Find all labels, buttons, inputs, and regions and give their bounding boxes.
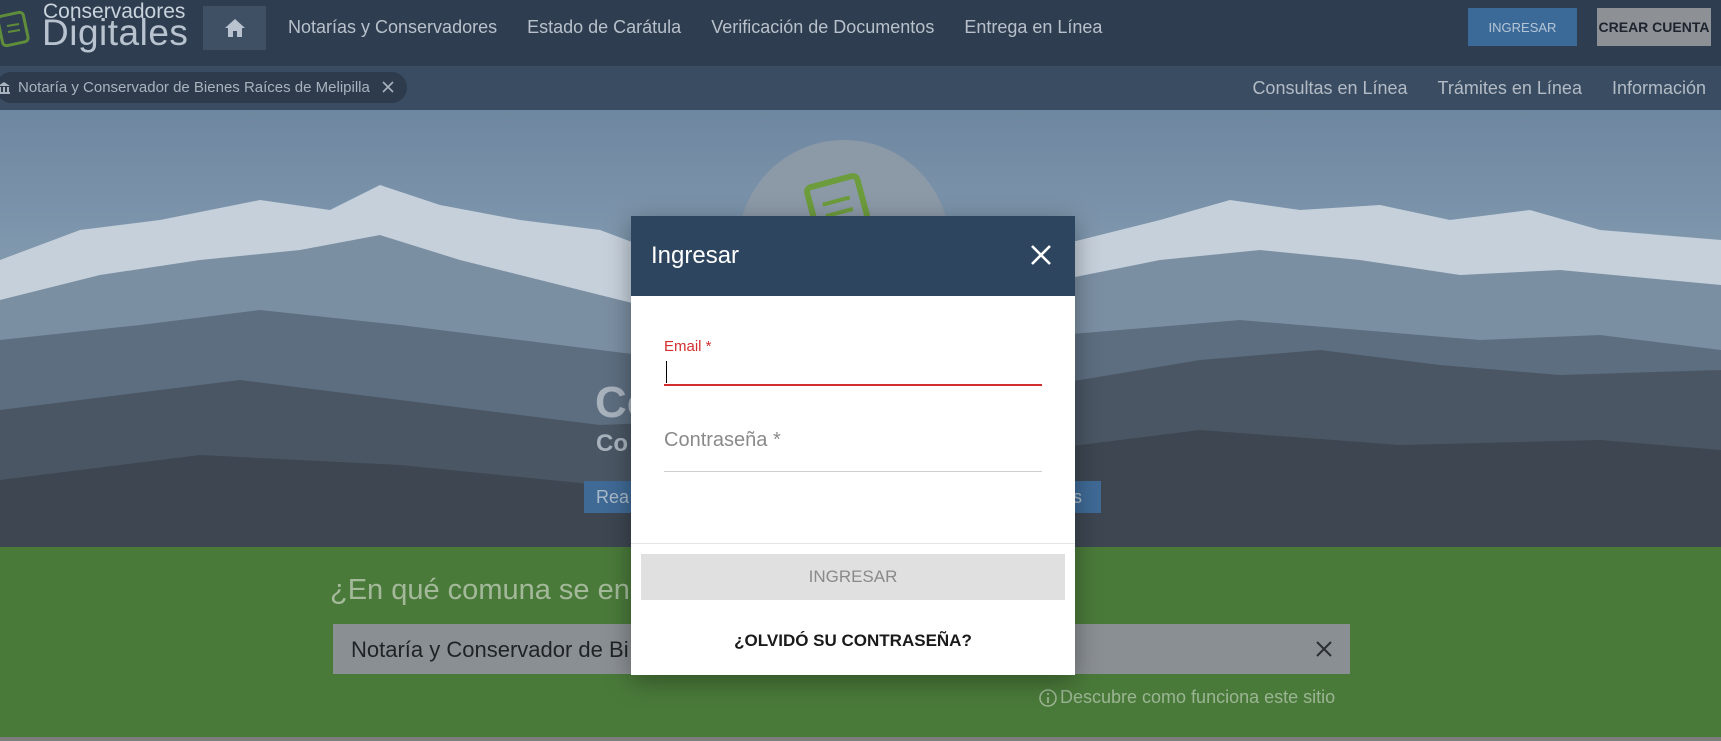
- submit-login-button[interactable]: INGRESAR: [641, 554, 1065, 600]
- clear-search-icon[interactable]: [1312, 637, 1336, 661]
- login-modal: Ingresar Email * Contraseña * INGRESAR ¿…: [631, 216, 1075, 675]
- nav-link-entrega[interactable]: Entrega en Línea: [964, 17, 1102, 38]
- home-icon: [224, 19, 245, 37]
- chip-label: Notaría y Conservador de Bienes Raíces d…: [18, 79, 370, 96]
- nav-link-notarias[interactable]: Notarías y Conservadores: [288, 17, 497, 38]
- modal-divider: [631, 543, 1075, 544]
- text-caret: [666, 361, 667, 383]
- info-icon: [1039, 688, 1057, 707]
- building-icon: [0, 81, 10, 94]
- subnav-link-tramites[interactable]: Trámites en Línea: [1438, 78, 1582, 99]
- nav-link-estado-caratula[interactable]: Estado de Carátula: [527, 17, 681, 38]
- help-link[interactable]: Descubre como funciona este sitio: [1038, 687, 1335, 708]
- secondary-nav: Consultas en Línea Trámites en Línea Inf…: [1252, 78, 1706, 99]
- page-bottom-strip: [0, 737, 1721, 741]
- home-button[interactable]: [203, 6, 266, 50]
- email-field[interactable]: [664, 356, 1042, 386]
- search-value: Notaría y Conservador de Bi: [351, 637, 629, 662]
- signup-button[interactable]: CREAR CUENTA: [1597, 8, 1711, 46]
- modal-header: Ingresar: [631, 216, 1075, 296]
- main-nav: Notarías y Conservadores Estado de Carát…: [288, 17, 1102, 38]
- forgot-password-link[interactable]: ¿OLVIDÓ SU CONTRASEÑA?: [631, 631, 1075, 651]
- top-navbar: Conservadores Digitales Notarías y Conse…: [0, 0, 1721, 66]
- search-question: ¿En qué comuna se en: [330, 574, 630, 606]
- subnav-link-informacion[interactable]: Información: [1612, 78, 1706, 99]
- logo-text-bottom: Digitales: [42, 12, 189, 53]
- close-icon[interactable]: [379, 78, 397, 96]
- sub-navbar: Notaría y Conservador de Bienes Raíces d…: [0, 66, 1721, 110]
- login-button[interactable]: INGRESAR: [1468, 8, 1577, 46]
- document-logo-icon: [0, 10, 30, 48]
- close-icon[interactable]: [1029, 243, 1053, 267]
- hero-subtitle-left: Co: [596, 430, 628, 457]
- selected-office-chip[interactable]: Notaría y Conservador de Bienes Raíces d…: [0, 72, 407, 103]
- help-link-label: Descubre como funciona este sitio: [1060, 687, 1336, 707]
- password-label: Contraseña *: [664, 429, 781, 451]
- nav-link-verificacion[interactable]: Verificación de Documentos: [711, 17, 934, 38]
- modal-title: Ingresar: [651, 242, 740, 269]
- subnav-link-consultas[interactable]: Consultas en Línea: [1252, 78, 1407, 99]
- email-label: Email *: [664, 338, 712, 355]
